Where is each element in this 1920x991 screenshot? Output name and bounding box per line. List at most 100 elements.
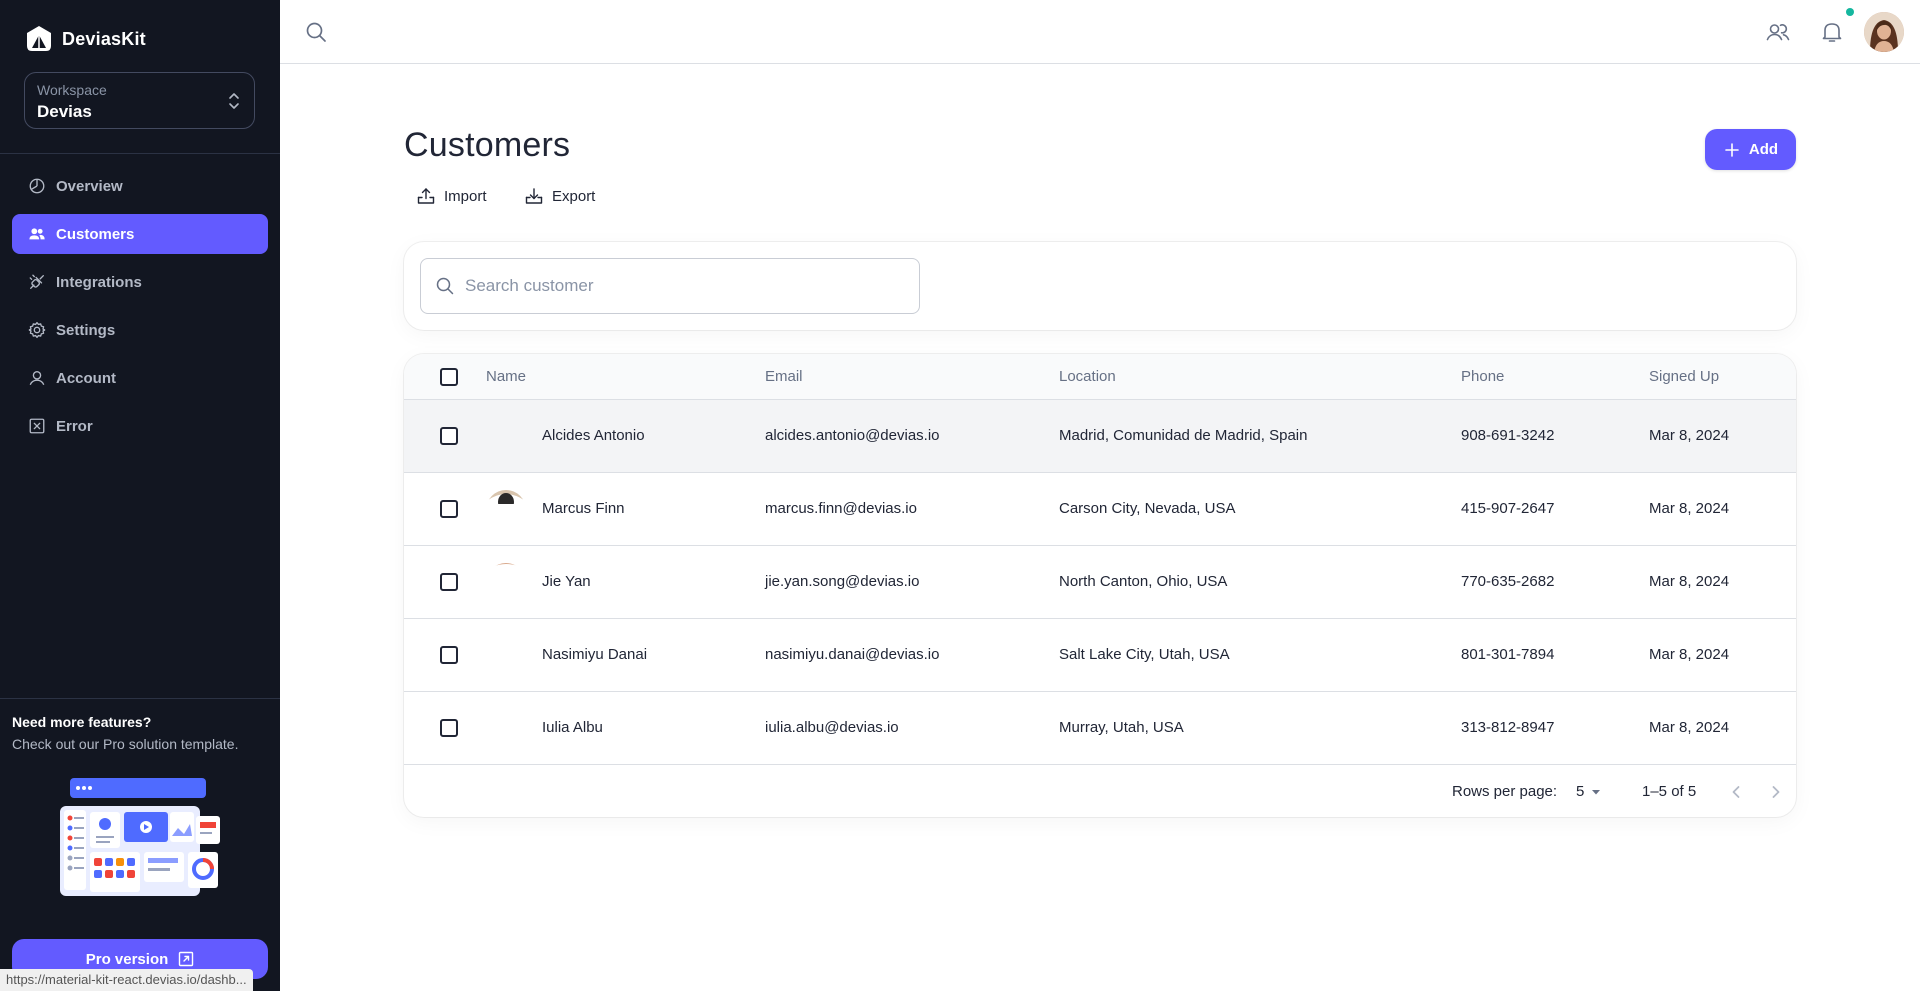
column-header-email[interactable]: Email — [765, 368, 803, 385]
customer-name: Jie Yan — [542, 573, 591, 590]
pro-version-label: Pro version — [85, 950, 169, 968]
arrow-square-up-right-icon — [179, 951, 194, 967]
sidebar-item-overview[interactable]: Overview — [12, 166, 268, 206]
table-row[interactable]: Alcides Antonio alcides.antonio@devias.i… — [404, 400, 1796, 473]
pagination-range: 1–5 of 5 — [1642, 783, 1697, 800]
row-checkbox[interactable] — [440, 646, 458, 664]
chart-pie-icon — [29, 178, 45, 194]
row-checkbox[interactable] — [440, 500, 458, 518]
next-page-icon[interactable] — [1764, 780, 1788, 804]
contacts-icon[interactable] — [1766, 20, 1790, 44]
x-square-icon — [29, 418, 45, 434]
sidebar-item-label: Customers — [56, 225, 135, 243]
brand-logo-link[interactable]: DeviasKit — [24, 24, 146, 54]
status-bar-url: https://material-kit-react.devias.io/das… — [0, 969, 253, 991]
plus-icon — [1725, 142, 1739, 157]
promo-title: Need more features? — [12, 714, 152, 730]
row-checkbox[interactable] — [440, 573, 458, 591]
notification-badge — [1846, 8, 1854, 16]
table-row[interactable]: Jie Yan jie.yan.song@devias.io North Can… — [404, 546, 1796, 619]
gear-icon — [28, 321, 46, 339]
column-header-phone[interactable]: Phone — [1461, 368, 1504, 385]
import-button[interactable]: Import — [404, 184, 499, 208]
top-navbar — [280, 0, 1920, 64]
export-label: Export — [552, 187, 596, 205]
customer-name: Nasimiyu Danai — [542, 646, 648, 663]
caret-down-icon — [1592, 789, 1601, 794]
add-label: Add — [1748, 141, 1779, 158]
sidebar-item-account[interactable]: Account — [12, 358, 268, 398]
table-row[interactable]: Iulia Albu iulia.albu@devias.io Murray, … — [404, 692, 1796, 765]
workspace-value: Devias — [37, 102, 92, 121]
users-icon — [29, 228, 45, 240]
sidebar-item-error[interactable]: Error — [12, 406, 268, 446]
sidebar-divider — [0, 698, 280, 699]
table-row[interactable]: Marcus Finn marcus.finn@devias.io Carson… — [404, 473, 1796, 546]
caret-up-down-icon — [229, 93, 239, 109]
plugs-connected-icon — [29, 274, 44, 289]
add-customer-button[interactable]: Add — [1705, 129, 1796, 170]
rows-per-page-value: 5 — [1576, 783, 1585, 800]
customer-location: Carson City, Nevada, USA — [1059, 500, 1236, 517]
column-header-name[interactable]: Name — [486, 368, 526, 385]
customer-name: Alcides Antonio — [542, 427, 645, 444]
previous-page-icon[interactable] — [1724, 780, 1748, 804]
customer-phone: 415-907-2647 — [1461, 500, 1555, 517]
customer-phone: 313-812-8947 — [1461, 719, 1555, 736]
customer-location: Salt Lake City, Utah, USA — [1059, 646, 1230, 663]
page-title: Customers — [404, 126, 571, 164]
customer-email: iulia.albu@devias.io — [765, 719, 899, 736]
column-header-location[interactable]: Location — [1059, 368, 1116, 385]
row-checkbox[interactable] — [440, 719, 458, 737]
select-all-checkbox[interactable] — [440, 368, 458, 386]
sidebar-item-customers[interactable]: Customers — [12, 214, 268, 254]
customer-signed-up: Mar 8, 2024 — [1649, 719, 1730, 736]
sidebar-item-settings[interactable]: Settings — [12, 310, 268, 350]
search-card — [404, 242, 1796, 330]
avatar-image — [486, 563, 526, 603]
sidebar-item-label: Settings — [56, 321, 116, 339]
export-button[interactable]: Export — [512, 184, 607, 208]
sidebar-item-label: Error — [56, 417, 93, 435]
search-icon — [436, 277, 454, 295]
search-icon[interactable] — [304, 20, 328, 44]
workspace-label: Workspace — [37, 82, 107, 98]
customers-table: Name Email Location Phone Signed Up Alci… — [404, 354, 1796, 817]
upload-icon — [417, 188, 435, 204]
rows-per-page-label: Rows per page: — [1452, 783, 1558, 800]
customer-location: Madrid, Comunidad de Madrid, Spain — [1059, 427, 1308, 444]
brand-name: DeviasKit — [62, 28, 146, 49]
row-checkbox[interactable] — [440, 427, 458, 445]
customer-location: North Canton, Ohio, USA — [1059, 573, 1228, 590]
sidebar-divider — [0, 153, 280, 154]
search-customer-field[interactable] — [420, 258, 920, 314]
sidebar-item-label: Overview — [56, 177, 123, 195]
download-icon — [525, 188, 543, 204]
table-row[interactable]: Nasimiyu Danai nasimiyu.danai@devias.io … — [404, 619, 1796, 692]
customer-email: alcides.antonio@devias.io — [765, 427, 940, 444]
rows-per-page-select[interactable]: 5 — [1576, 783, 1602, 800]
sidebar: DeviasKit Workspace Devias Overview Cust… — [0, 0, 280, 991]
bell-icon[interactable] — [1820, 20, 1844, 44]
avatar-image — [1864, 12, 1904, 52]
sidebar-item-integrations[interactable]: Integrations — [12, 262, 268, 302]
user-avatar[interactable] — [1864, 12, 1904, 52]
customer-name: Marcus Finn — [542, 500, 625, 517]
sidebar-item-label: Account — [56, 369, 116, 387]
customer-name: Iulia Albu — [542, 719, 603, 736]
column-header-signed-up[interactable]: Signed Up — [1649, 368, 1719, 385]
customer-email: marcus.finn@devias.io — [765, 500, 917, 517]
table-header: Name Email Location Phone Signed Up — [404, 354, 1796, 400]
sidebar-item-label: Integrations — [56, 273, 142, 291]
customer-signed-up: Mar 8, 2024 — [1649, 500, 1730, 517]
customer-avatar — [486, 563, 526, 603]
devias-logo-icon — [27, 26, 51, 51]
table-pagination: Rows per page: 5 1–5 of 5 — [404, 766, 1796, 817]
workspace-selector[interactable]: Workspace Devias — [24, 72, 255, 129]
customer-signed-up: Mar 8, 2024 — [1649, 646, 1730, 663]
sidebar-nav: Overview Customers Integrations Settings… — [12, 166, 268, 454]
import-label: Import — [444, 187, 487, 205]
customer-location: Murray, Utah, USA — [1059, 719, 1184, 736]
customer-phone: 908-691-3242 — [1461, 427, 1555, 444]
search-customer-input[interactable] — [465, 276, 905, 296]
